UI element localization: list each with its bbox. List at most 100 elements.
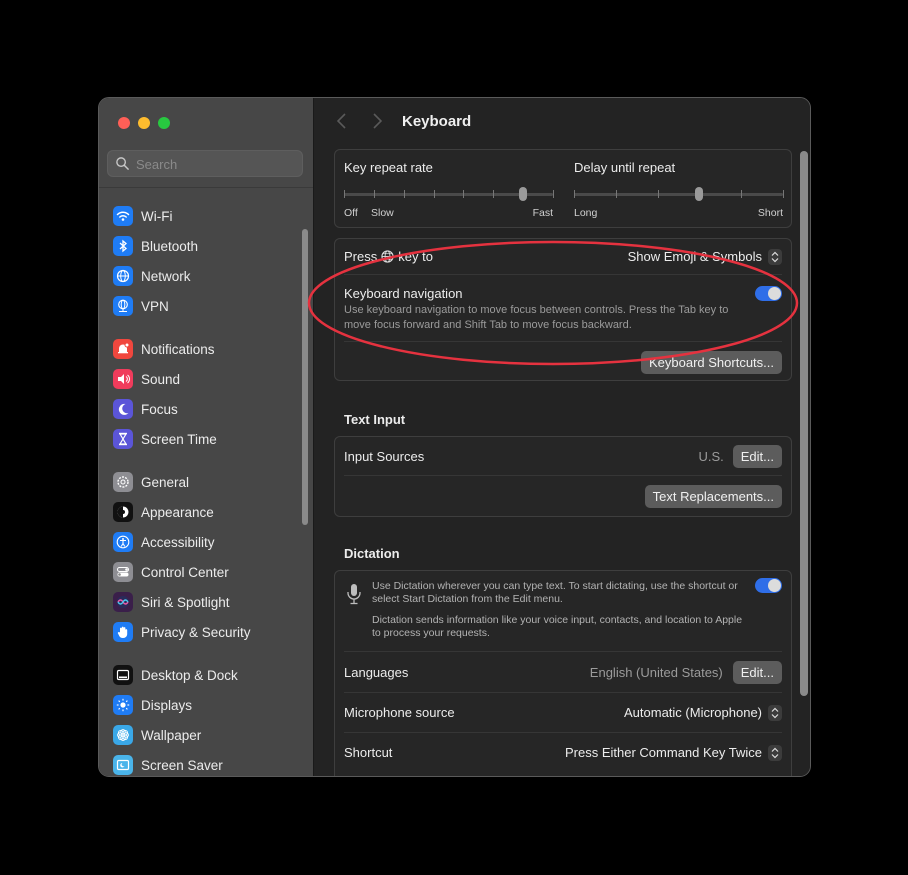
dictation-privacy-note: Dictation sends information like your vo… bbox=[372, 614, 743, 639]
window-controls bbox=[118, 117, 170, 129]
delay-slider-tick bbox=[783, 190, 784, 198]
search-input[interactable] bbox=[134, 151, 298, 178]
keyboard-shortcuts-button[interactable]: Keyboard Shortcuts... bbox=[640, 351, 782, 374]
sidebar-group: Wi-Fi Bluetooth Network VPN bbox=[113, 201, 299, 321]
key-repeat-slider-thumb[interactable] bbox=[519, 187, 528, 201]
keyboard-navigation-toggle[interactable] bbox=[755, 286, 782, 301]
keyboard-navigation-row: Keyboard navigation Use keyboard navigat… bbox=[335, 275, 791, 341]
updown-chevron-icon bbox=[768, 248, 782, 265]
wifi-icon bbox=[113, 206, 133, 226]
sidebar-item-sound[interactable]: Sound bbox=[113, 364, 299, 394]
sidebar-item-privacy-security[interactable]: Privacy & Security bbox=[113, 617, 299, 647]
switches-icon bbox=[113, 562, 133, 582]
sidebar-item-wi-fi[interactable]: Wi-Fi bbox=[113, 201, 299, 231]
delay-slider-tick bbox=[574, 190, 575, 198]
key-repeat-fast-label: Fast bbox=[532, 207, 553, 219]
dictation-heading: Dictation bbox=[344, 546, 400, 561]
languages-label: Languages bbox=[344, 664, 409, 680]
sidebar-item-label: Appearance bbox=[141, 504, 214, 520]
sidebar-group: General Appearance Accessibility Control Ce… bbox=[113, 467, 299, 647]
text-replacements-button[interactable]: Text Replacements... bbox=[644, 485, 782, 508]
sidebar-item-screen-time[interactable]: Screen Time bbox=[113, 424, 299, 454]
close-button[interactable] bbox=[118, 117, 130, 129]
sidebar-item-label: Control Center bbox=[141, 564, 229, 580]
sidebar-item-label: Screen Time bbox=[141, 431, 217, 447]
sidebar-item-displays[interactable]: Displays bbox=[113, 690, 299, 720]
dictation-toggle[interactable] bbox=[755, 578, 782, 593]
key-repeat-slider-tick bbox=[403, 190, 405, 198]
sidebar-item-label: Bluetooth bbox=[141, 238, 199, 254]
speaker-icon bbox=[113, 369, 133, 389]
minimize-button[interactable] bbox=[138, 117, 150, 129]
text-input-heading: Text Input bbox=[344, 412, 406, 427]
search-icon bbox=[116, 157, 129, 170]
languages-edit-button[interactable]: Edit... bbox=[732, 660, 782, 684]
languages-value: English (United States) bbox=[589, 664, 723, 680]
sidebar-item-label: Siri & Spotlight bbox=[141, 594, 230, 610]
sidebar-item-vpn[interactable]: VPN bbox=[113, 291, 299, 321]
sun-icon bbox=[113, 695, 133, 715]
updown-chevron-icon bbox=[768, 704, 782, 721]
sidebar-item-bluetooth[interactable]: Bluetooth bbox=[113, 231, 299, 261]
sidebar-item-screen-saver[interactable]: Screen Saver bbox=[113, 750, 299, 776]
dictation-description: Use Dictation wherever you can type text… bbox=[372, 580, 738, 605]
hourglass-icon bbox=[113, 429, 133, 449]
sidebar-item-control-center[interactable]: Control Center bbox=[113, 557, 299, 587]
globe-key-popup[interactable]: Show Emoji & Symbols bbox=[628, 248, 782, 265]
shortcut-value: Press Either Command Key Twice bbox=[565, 745, 762, 760]
zoom-button[interactable] bbox=[158, 117, 170, 129]
sidebar-item-label: Screen Saver bbox=[141, 757, 223, 773]
toolbar: Keyboard bbox=[314, 98, 810, 146]
hand-icon bbox=[113, 622, 133, 642]
dictation-toggle-row: Use Dictation wherever you can type text… bbox=[335, 571, 791, 651]
sidebar-scrollbar[interactable] bbox=[302, 229, 308, 525]
delay-label: Delay until repeat bbox=[574, 160, 676, 175]
main-pane: Keyboard Key repeat rate Off Slow Fast D… bbox=[314, 98, 810, 776]
screensaver-icon bbox=[113, 755, 133, 775]
dictation-card: Use Dictation wherever you can type text… bbox=[334, 570, 792, 776]
press-label: Press bbox=[344, 249, 378, 264]
content-scrollbar[interactable] bbox=[800, 151, 808, 696]
microphone-source-popup[interactable]: Automatic (Microphone) bbox=[624, 704, 782, 721]
dock-icon bbox=[113, 665, 133, 685]
sidebar-item-appearance[interactable]: Appearance bbox=[113, 497, 299, 527]
sidebar-item-desktop-dock[interactable]: Desktop & Dock bbox=[113, 660, 299, 690]
languages-row: Languages English (United States) Edit..… bbox=[335, 652, 791, 692]
shortcut-popup[interactable]: Press Either Command Key Twice bbox=[565, 744, 782, 761]
key-repeat-slider-tick bbox=[373, 190, 375, 198]
microphone-source-value: Automatic (Microphone) bbox=[624, 705, 762, 720]
sidebar-item-general[interactable]: General bbox=[113, 467, 299, 497]
sidebar-item-wallpaper[interactable]: Wallpaper bbox=[113, 720, 299, 750]
delay-slider-thumb[interactable] bbox=[695, 187, 704, 201]
sidebar-item-accessibility[interactable]: Accessibility bbox=[113, 527, 299, 557]
forward-chevron-icon[interactable] bbox=[369, 112, 385, 130]
key-repeat-slider[interactable] bbox=[344, 187, 554, 201]
microphone-source-label: Microphone source bbox=[344, 705, 455, 720]
back-chevron-icon[interactable] bbox=[334, 112, 350, 130]
sidebar-item-focus[interactable]: Focus bbox=[113, 394, 299, 424]
search-field[interactable] bbox=[107, 150, 303, 178]
sidebar-item-label: Displays bbox=[141, 697, 193, 713]
delay-short-label: Short bbox=[757, 207, 783, 219]
keyboard-options-card: Press key to Show Emoji & Symbols Keyboa… bbox=[334, 238, 792, 381]
sidebar-divider bbox=[99, 187, 313, 188]
settings-content: Key repeat rate Off Slow Fast Delay unti… bbox=[334, 149, 792, 776]
sidebar-group: Notifications Sound Focus Screen Time bbox=[113, 334, 299, 454]
text-input-card: Input Sources U.S. Edit... Text Replacem… bbox=[334, 436, 792, 517]
sidebar: Wi-Fi Bluetooth Network VPN Notifications Sou… bbox=[99, 98, 314, 776]
key-repeat-label: Key repeat rate bbox=[344, 160, 433, 175]
delay-slider-tick bbox=[741, 190, 743, 198]
moon-icon bbox=[113, 399, 133, 419]
globe-key-row: Press key to Show Emoji & Symbols bbox=[335, 239, 791, 274]
sidebar-item-label: General bbox=[141, 474, 190, 490]
key-repeat-slider-tick bbox=[493, 190, 495, 198]
sidebar-item-network[interactable]: Network bbox=[113, 261, 299, 291]
sidebar-item-label: Privacy & Security bbox=[141, 624, 251, 640]
delay-slider[interactable] bbox=[574, 187, 784, 201]
globe-icon bbox=[381, 250, 394, 263]
updown-chevron-icon bbox=[768, 744, 782, 761]
delay-long-label: Long bbox=[574, 207, 598, 219]
input-sources-edit-button[interactable]: Edit... bbox=[732, 444, 782, 468]
sidebar-item-siri-spotlight[interactable]: Siri & Spotlight bbox=[113, 587, 299, 617]
sidebar-item-notifications[interactable]: Notifications bbox=[113, 334, 299, 364]
